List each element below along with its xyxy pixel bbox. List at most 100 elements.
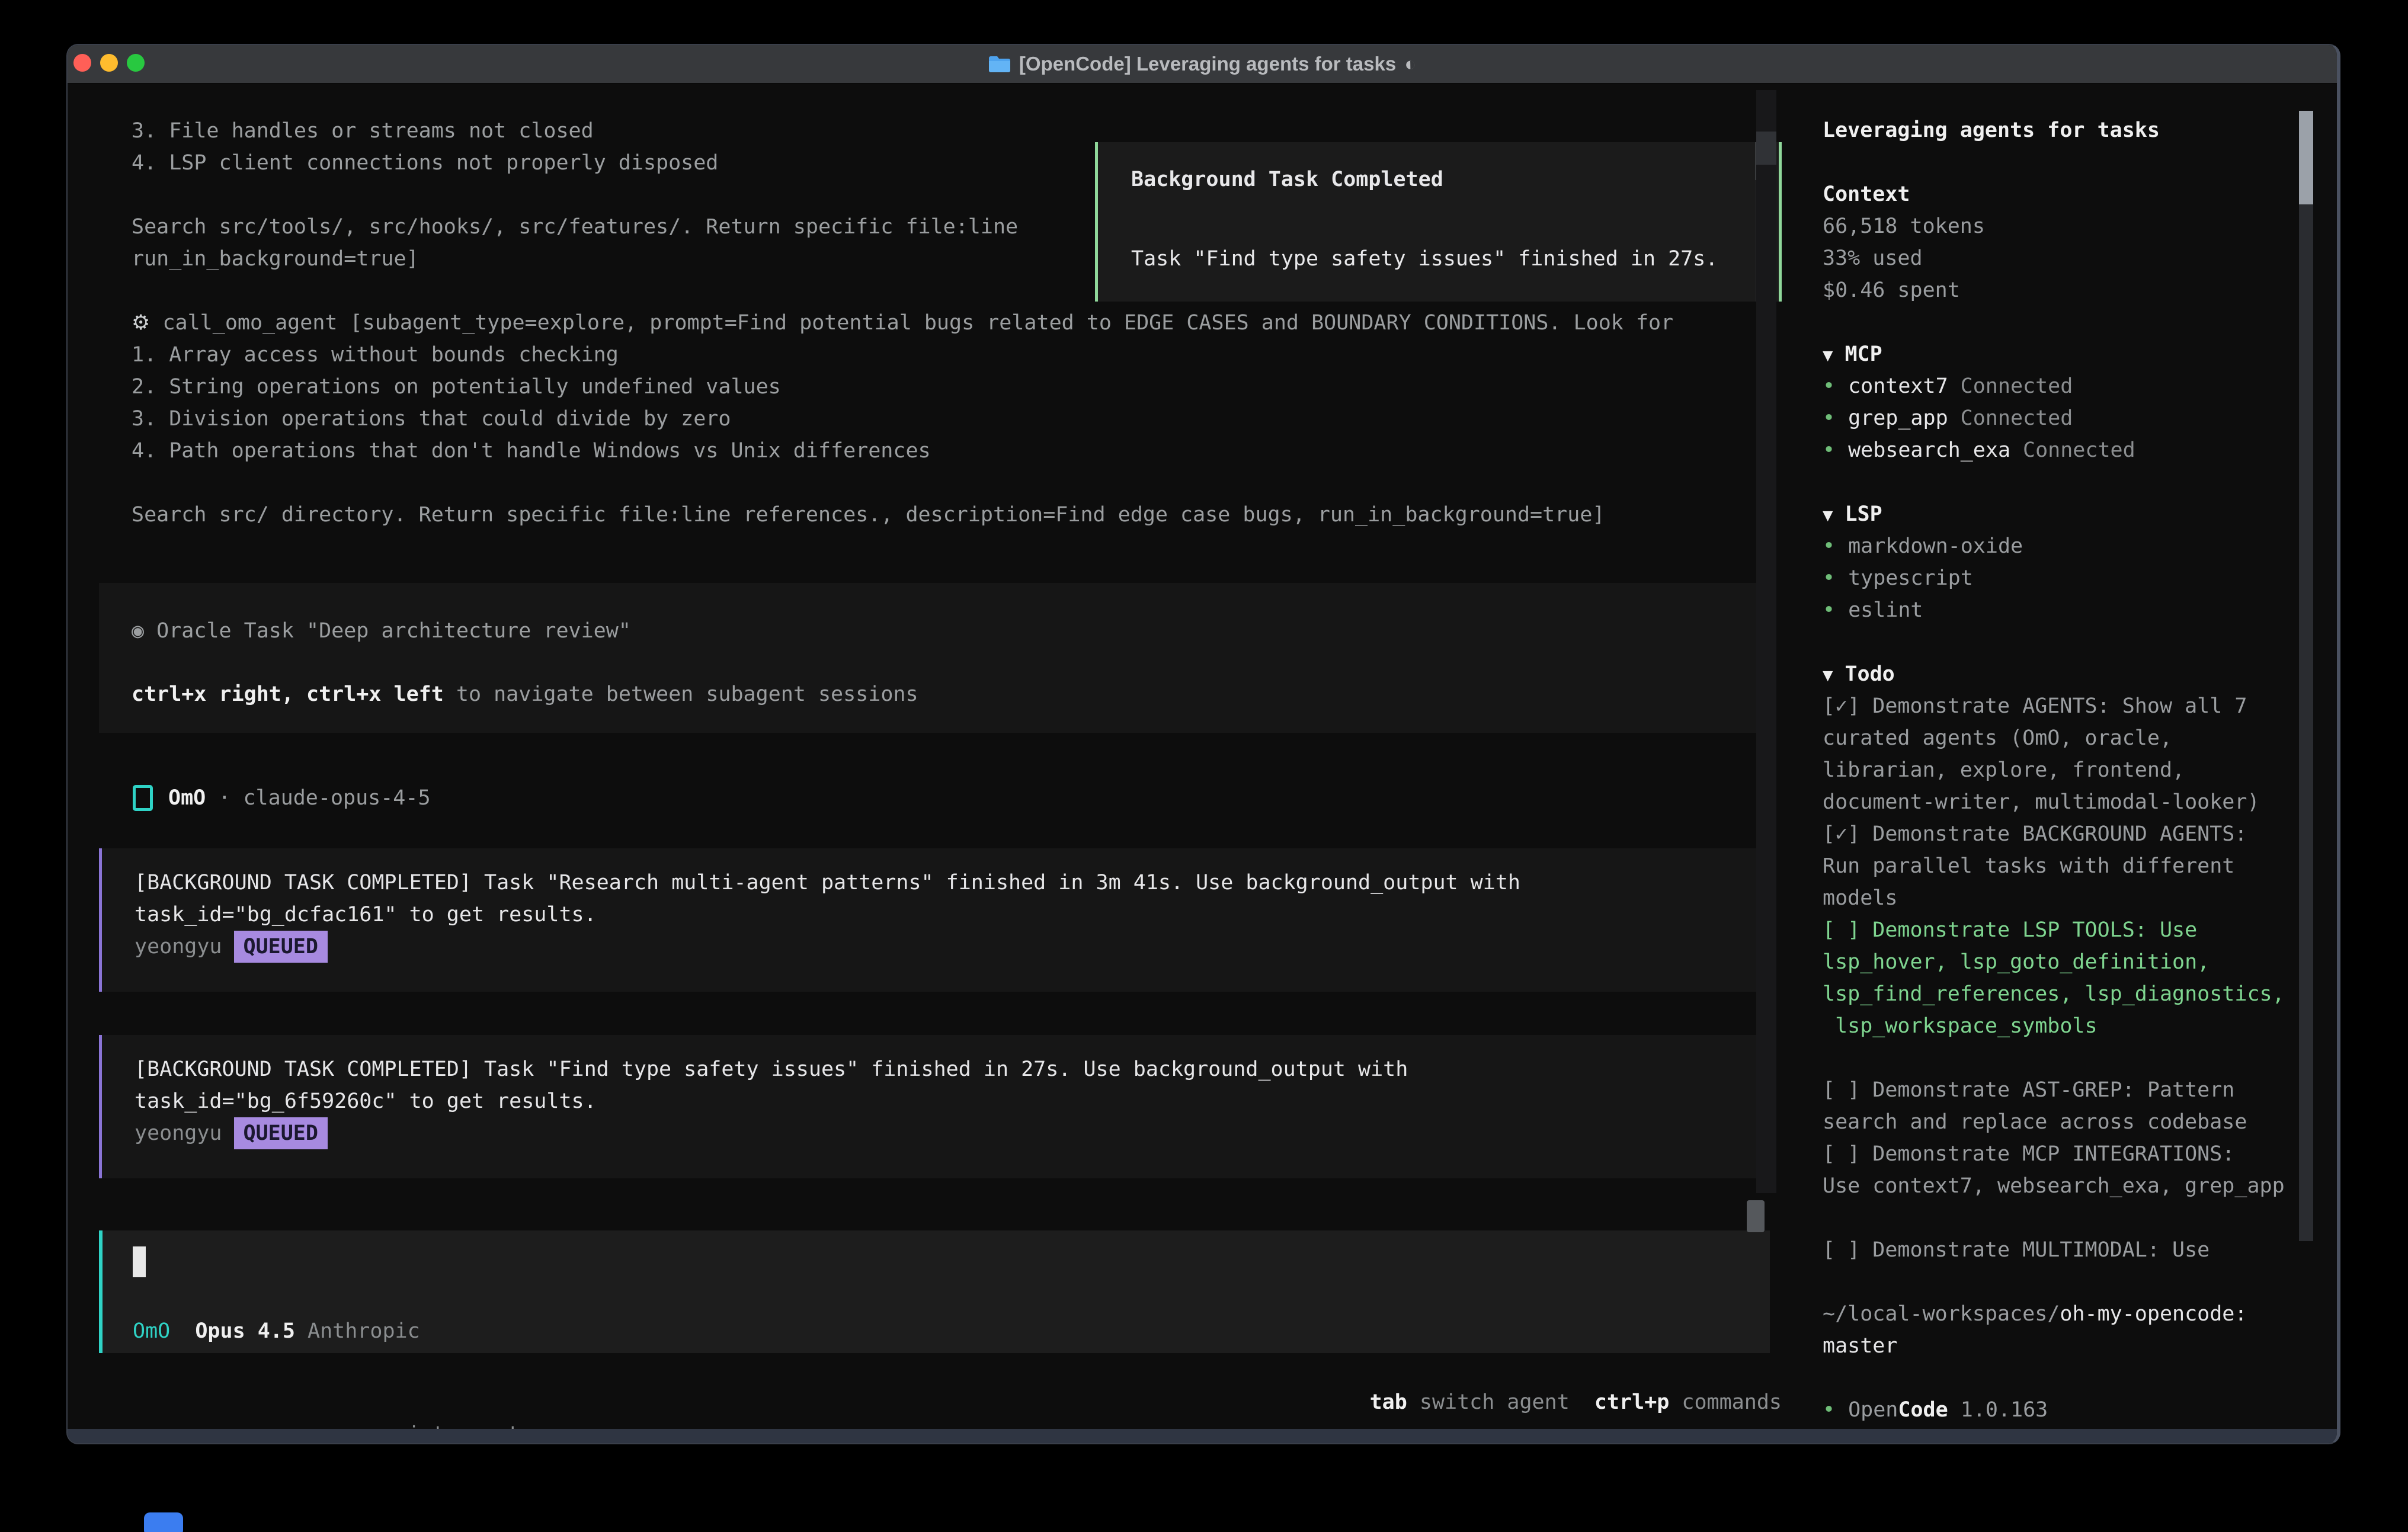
tab-key-hint: tab [1370, 1390, 1407, 1414]
todo-list: [✓] Demonstrate AGENTS: Show all 7curate… [1823, 690, 2337, 1266]
tool-call-lines: 1. Array access without bounds checking2… [132, 339, 1673, 531]
hint-key-right: ctrl+x right, [132, 682, 294, 706]
scrollback-line: 4. LSP client connections not properly d… [132, 147, 1018, 179]
input-provider-name: Anthropic [295, 1319, 420, 1343]
tool-call-line: 1. Array access without bounds checking [132, 339, 1673, 371]
tool-call-line: 4. Path operations that don't handle Win… [132, 435, 1673, 467]
agent-model: · claude-opus-4-5 [206, 782, 430, 814]
todo-line: Run parallel tasks with different [1823, 850, 2337, 882]
lsp-section-header[interactable]: ▼LSP [1823, 498, 2337, 530]
lsp-item: •eslint [1823, 594, 2337, 626]
agent-header: OmO · claude-opus-4-5 [133, 782, 431, 814]
task-user: yeongyu [135, 935, 222, 959]
input-model-name[interactable]: Opus 4.5 [170, 1319, 295, 1343]
todo-line [1823, 1202, 2337, 1234]
status-dot-icon: • [1823, 406, 1835, 430]
esc-key-hint: esc [357, 1422, 395, 1429]
text-cursor [133, 1246, 146, 1277]
todo-line: lsp_workspace_symbols [1823, 1010, 2337, 1042]
record-icon: ◉ [132, 619, 144, 643]
lsp-item: •markdown-oxide [1823, 530, 2337, 562]
hint-key-left: ctrl+x left [294, 682, 444, 706]
task-message-meta: yeongyuQUEUED [135, 1117, 1768, 1149]
collapse-icon: ▼ [1823, 345, 1833, 365]
task-message-line1: [BACKGROUND TASK COMPLETED] Task "Resear… [135, 867, 1768, 899]
status-badge: QUEUED [234, 1117, 328, 1149]
ctrlp-key-label: commands [1669, 1390, 1782, 1414]
workspace-path: ~/local-workspaces/oh-my-opencode: [1823, 1298, 2337, 1330]
status-dot-icon: • [1823, 534, 1835, 558]
session-status-icon: ◐ [1404, 53, 1416, 75]
input-agent-name[interactable]: OmO [133, 1319, 170, 1343]
esc-key-label: interrupt [395, 1422, 520, 1429]
todo-line: [ ] Demonstrate MCP INTEGRATIONS: [1823, 1138, 2337, 1170]
scrollback-line [132, 179, 1018, 211]
tool-call-line: Search src/ directory. Return specific f… [132, 499, 1673, 531]
spinner-dots-icon: ········· [208, 1422, 321, 1429]
oracle-task-box[interactable]: ◉ Oracle Task "Deep architecture review"… [99, 583, 1770, 733]
scrollback-line: 3. File handles or streams not closed [132, 115, 1018, 147]
todo-line: curated agents (OmO, oracle, [1823, 722, 2337, 754]
minimize-button[interactable] [100, 54, 118, 72]
status-bar-right: tab switch agent ctrl+p commands [1370, 1386, 1782, 1418]
todo-line: [✓] Demonstrate BACKGROUND AGENTS: [1823, 818, 2337, 850]
window-title: [OpenCode] Leveraging agents for tasks ◐ [988, 53, 1416, 75]
mcp-item: •context7Connected [1823, 370, 2337, 402]
tool-call-block: ⚙ call_omo_agent [subagent_type=explore,… [132, 307, 1673, 531]
todo-line: [ ] Demonstrate LSP TOOLS: Use [1823, 914, 2337, 946]
gear-icon: ⚙ [132, 311, 150, 335]
window-titlebar: [OpenCode] Leveraging agents for tasks ◐ [68, 45, 2337, 84]
status-dot-icon: • [1823, 438, 1835, 462]
task-message-meta: yeongyu QUEUED [135, 931, 1768, 963]
version-line: •OpenCode 1.0.163 [1823, 1394, 2337, 1426]
tab-key-label: switch agent [1407, 1390, 1570, 1414]
task-message-line2: task_id="bg_dcfac161" to get results. [135, 899, 1768, 931]
todo-section-header[interactable]: ▼Todo [1823, 658, 2337, 690]
todo-line: librarian, explore, frontend, [1823, 754, 2337, 786]
context-tokens: 66,518 tokens [1823, 210, 2337, 242]
close-button[interactable] [73, 54, 91, 72]
toast-body: Task "Find type safety issues" finished … [1131, 243, 1779, 275]
dock-item[interactable] [144, 1512, 183, 1532]
session-title: Leveraging agents for tasks [1823, 114, 2337, 146]
tool-call-header: ⚙ call_omo_agent [subagent_type=explore,… [132, 307, 1673, 339]
todo-line: models [1823, 882, 2337, 914]
folder-icon [988, 55, 1011, 73]
tool-call-text: call_omo_agent [subagent_type=explore, p… [162, 311, 1673, 335]
subagent-nav-hint: ctrl+x right, ctrl+x left to navigate be… [132, 678, 1770, 710]
workspace-branch: master [1823, 1330, 2337, 1362]
zoom-button[interactable] [127, 54, 145, 72]
lsp-items: •markdown-oxide•typescript•eslint [1823, 530, 2337, 626]
background-task-message[interactable]: [BACKGROUND TASK COMPLETED] Task "Find t… [99, 1035, 1768, 1178]
session-sidebar: Leveraging agents for tasks Context 66,5… [1814, 84, 2337, 1429]
window-title-text: [OpenCode] Leveraging agents for tasks [1019, 53, 1396, 75]
mcp-section-header[interactable]: ▼MCP [1823, 338, 2337, 370]
status-bar: ········· esc interrupt tab switch agent… [108, 1386, 1782, 1418]
lsp-item: •typescript [1823, 562, 2337, 594]
status-dot-icon: • [1823, 598, 1835, 622]
todo-line: lsp_find_references, lsp_diagnostics, [1823, 978, 2337, 1010]
todo-line: document-writer, multimodal-looker) [1823, 786, 2337, 818]
desktop: [OpenCode] Leveraging agents for tasks ◐… [0, 0, 2408, 1532]
status-dot-icon: • [1823, 374, 1835, 398]
oracle-task-title: ◉ Oracle Task "Deep architecture review" [132, 615, 1770, 647]
status-badge: QUEUED [234, 931, 328, 963]
sidebar-scrollbar[interactable] [2299, 111, 2313, 1241]
collapse-icon: ▼ [1823, 505, 1833, 525]
todo-line: search and replace across codebase [1823, 1106, 2337, 1138]
tool-call-line: 2. String operations on potentially unde… [132, 371, 1673, 403]
terminal-content: 3. File handles or streams not closed4. … [68, 84, 2337, 1429]
chat-scrollbar-thumb[interactable] [1747, 1200, 1765, 1232]
sidebar-scrollbar-thumb[interactable] [2299, 111, 2313, 204]
main-scrollbar-thumb[interactable] [1756, 132, 1776, 165]
tool-call-line [132, 467, 1673, 499]
status-dot-icon: • [1823, 566, 1835, 590]
toast-title: Background Task Completed [1131, 164, 1779, 195]
collapse-icon: ▼ [1823, 665, 1833, 685]
main-scrollbar[interactable] [1756, 90, 1776, 1193]
context-heading: Context [1823, 178, 2337, 210]
ctrlp-key-hint: ctrl+p [1570, 1390, 1670, 1414]
background-task-message[interactable]: [BACKGROUND TASK COMPLETED] Task "Resear… [99, 848, 1768, 992]
prompt-input[interactable]: OmO Opus 4.5 Anthropic [99, 1230, 1770, 1353]
status-dot-icon: • [1823, 1398, 1835, 1422]
